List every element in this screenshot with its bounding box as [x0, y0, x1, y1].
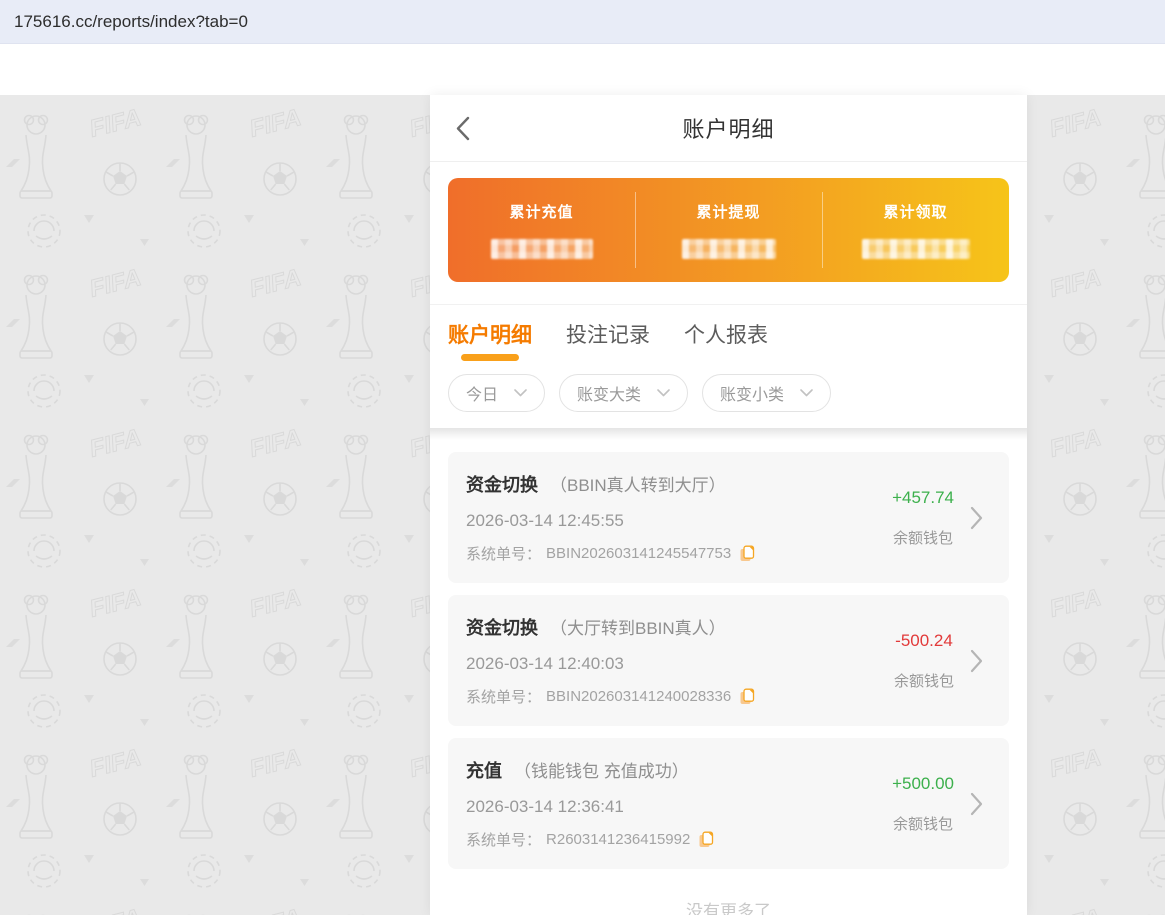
browser-window: 175616.cc/reports/index?tab=0 FIFA — [0, 0, 1165, 915]
record-subtitle: （BBIN真人转到大厅） — [550, 471, 726, 496]
filter-date[interactable]: 今日 — [448, 374, 545, 412]
url-text: 175616.cc/reports/index?tab=0 — [14, 12, 248, 32]
record-wallet: 余额钱包 — [892, 813, 954, 834]
page-background: FIFA — [0, 95, 1165, 915]
record-order-number: BBIN202603141245547753 — [546, 545, 731, 562]
summary-label: 累计领取 — [883, 201, 947, 222]
record-type: 资金切换 — [466, 471, 538, 497]
summary-total-deposit: 累计充值 — [448, 178, 635, 282]
browser-content-gap — [0, 44, 1165, 94]
record-type: 资金切换 — [466, 614, 538, 640]
tab-account-detail[interactable]: 账户明细 — [448, 305, 532, 369]
record-order-label: 系统单号： — [466, 686, 541, 707]
record-order-label: 系统单号： — [466, 543, 541, 564]
summary-card: 累计充值 累计提现 累计领取 — [448, 178, 1009, 282]
chevron-right-icon — [970, 506, 983, 530]
record-datetime: 2026-03-14 12:40:03 — [466, 654, 894, 674]
record-subtitle: （钱能钱包 充值成功） — [514, 757, 689, 782]
copy-icon[interactable] — [739, 688, 755, 705]
record-list: 资金切换 （BBIN真人转到大厅） 2026-03-14 12:45:55 系统… — [430, 440, 1027, 915]
tab-label: 账户明细 — [448, 324, 532, 347]
record-order-number: R2603141236415992 — [546, 831, 690, 848]
app-header: 账户明细 — [430, 95, 1027, 162]
chevron-down-icon — [657, 389, 670, 397]
record-wallet: 余额钱包 — [894, 670, 954, 691]
filter-label: 今日 — [466, 381, 498, 405]
masked-value — [491, 239, 593, 259]
filter-label: 账变大类 — [577, 381, 641, 405]
filter-bar: 今日 账变大类 账变小类 — [430, 368, 1027, 428]
summary-total-claim: 累计领取 — [822, 178, 1009, 282]
record-order-number: BBIN202603141240028336 — [546, 688, 731, 705]
active-tab-underline — [461, 354, 519, 361]
back-button[interactable] — [456, 95, 470, 161]
filter-major-category[interactable]: 账变大类 — [559, 374, 688, 412]
record-wallet: 余额钱包 — [892, 527, 954, 548]
browser-url-bar[interactable]: 175616.cc/reports/index?tab=0 — [0, 0, 1165, 44]
record-card[interactable]: 资金切换 （BBIN真人转到大厅） 2026-03-14 12:45:55 系统… — [448, 452, 1009, 583]
tab-label: 个人报表 — [684, 324, 768, 347]
summary-label: 累计提现 — [696, 201, 760, 222]
filter-bar-shadow — [430, 428, 1027, 440]
record-subtitle: （大厅转到BBIN真人） — [550, 614, 726, 639]
copy-icon[interactable] — [698, 831, 714, 848]
record-card[interactable]: 资金切换 （大厅转到BBIN真人） 2026-03-14 12:40:03 系统… — [448, 595, 1009, 726]
page-title: 账户明细 — [430, 112, 1027, 144]
record-order-label: 系统单号： — [466, 829, 541, 850]
masked-value — [682, 239, 776, 259]
record-amount: +500.00 — [892, 774, 954, 794]
chevron-down-icon — [800, 389, 813, 397]
summary-section: 累计充值 累计提现 累计领取 — [430, 162, 1027, 304]
app-view: 账户明细 累计充值 累计提现 累计领取 — [430, 95, 1027, 915]
chevron-right-icon — [970, 792, 983, 816]
summary-total-withdraw: 累计提现 — [635, 178, 822, 282]
chevron-left-icon — [456, 116, 470, 141]
chevron-right-icon — [970, 649, 983, 673]
record-type: 充值 — [466, 757, 502, 783]
filter-label: 账变小类 — [720, 381, 784, 405]
record-amount: -500.24 — [894, 631, 954, 651]
tab-bet-records[interactable]: 投注记录 — [566, 305, 650, 369]
record-datetime: 2026-03-14 12:36:41 — [466, 797, 892, 817]
record-datetime: 2026-03-14 12:45:55 — [466, 511, 892, 531]
summary-label: 累计充值 — [509, 201, 573, 222]
masked-value — [862, 239, 970, 259]
copy-icon[interactable] — [739, 545, 755, 562]
tab-personal-report[interactable]: 个人报表 — [684, 305, 768, 369]
no-more-text: 没有更多了 — [448, 881, 1009, 915]
tab-bar: 账户明细 投注记录 个人报表 — [430, 304, 1027, 368]
chevron-down-icon — [514, 389, 527, 397]
filter-minor-category[interactable]: 账变小类 — [702, 374, 831, 412]
record-card[interactable]: 充值 （钱能钱包 充值成功） 2026-03-14 12:36:41 系统单号：… — [448, 738, 1009, 869]
tab-label: 投注记录 — [566, 324, 650, 347]
record-amount: +457.74 — [892, 488, 954, 508]
